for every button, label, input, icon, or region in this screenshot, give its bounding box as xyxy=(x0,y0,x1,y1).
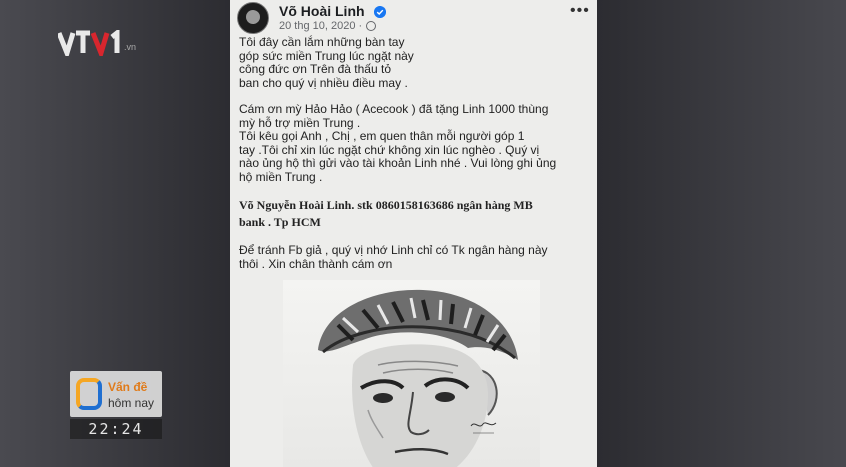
background-right xyxy=(597,0,846,467)
author-avatar[interactable] xyxy=(237,2,269,34)
sketch-signature xyxy=(470,418,498,440)
avatar-face xyxy=(246,10,260,24)
post-paragraph-thanks: Cám ơn mỳ Hảo Hảo ( Acecook ) đã tặng Li… xyxy=(239,102,557,184)
post-paragraph-warning: Để tránh Fb giả , quý vị nhớ Linh chỉ có… xyxy=(239,243,548,271)
post-meta: 20 thg 10, 2020 · xyxy=(279,20,377,32)
facebook-post: Võ Hoài Linh 20 thg 10, 2020 · ••• Tôi đ… xyxy=(230,0,597,467)
post-body: Tôi đây cần lắm những bàn tay góp sức mi… xyxy=(239,35,591,271)
vtv1-logo-mark xyxy=(56,27,120,61)
program-title-line2: hôm nay xyxy=(108,396,155,410)
program-logo-icon xyxy=(76,378,102,410)
vtv1-logo: .vn xyxy=(56,27,148,61)
broadcast-clock: 22:24 xyxy=(70,419,162,439)
post-sketch-image[interactable] xyxy=(283,280,540,467)
program-badge: Vấn đề hôm nay xyxy=(70,371,162,417)
post-paragraph-bank-account: Võ Nguyễn Hoài Linh. stk 0860158163686 n… xyxy=(239,198,533,229)
post-date[interactable]: 20 thg 10, 2020 · xyxy=(279,20,362,32)
sketch-portrait xyxy=(318,289,518,467)
author-name[interactable]: Võ Hoài Linh xyxy=(279,3,365,19)
program-title-line1: Vấn đề xyxy=(108,380,148,394)
vtv1-logo-suffix: .vn xyxy=(124,42,137,52)
globe-icon xyxy=(366,21,377,31)
more-horizontal-icon[interactable]: ••• xyxy=(570,2,590,20)
verified-badge-icon xyxy=(374,6,386,18)
post-paragraph-poem: Tôi đây cần lắm những bàn tay góp sức mi… xyxy=(239,35,414,90)
